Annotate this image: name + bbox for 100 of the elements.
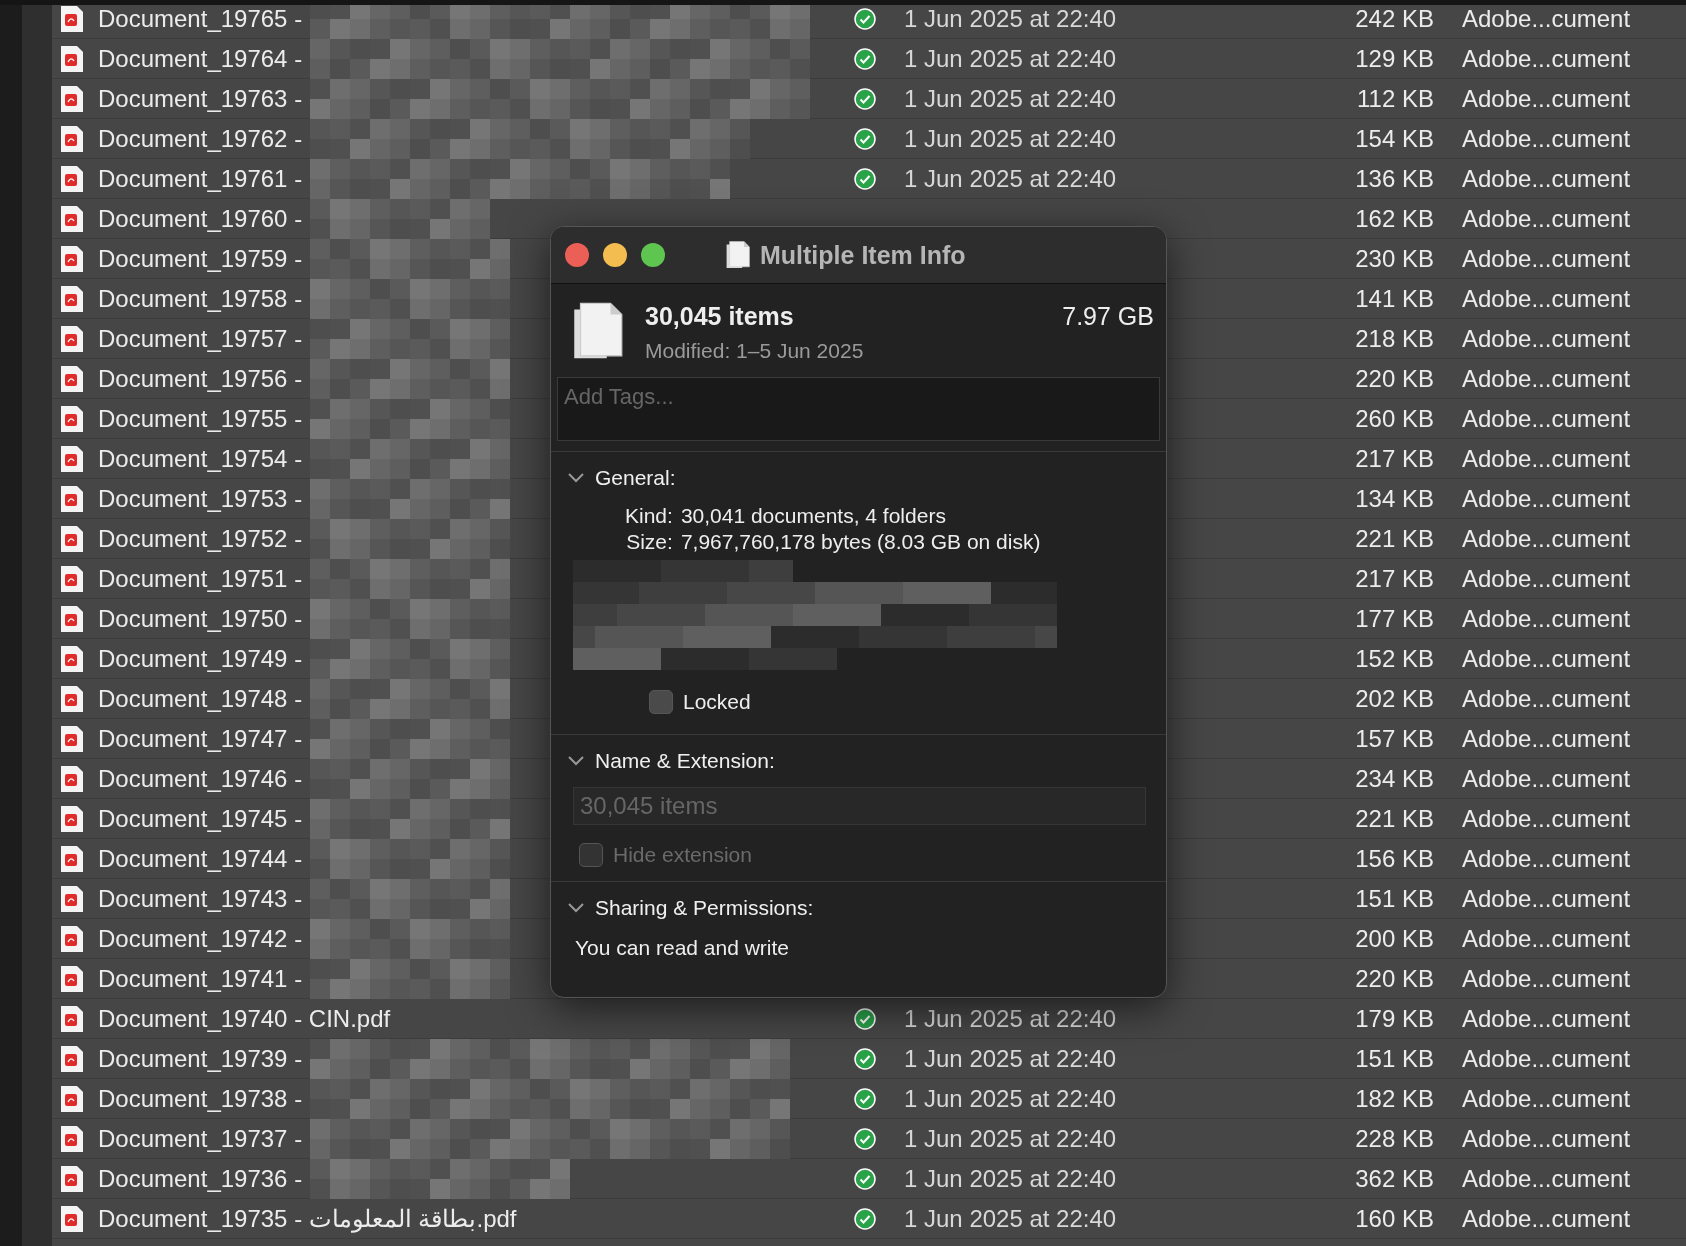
- file-name: Document_19738 -: [98, 1084, 303, 1113]
- file-size: 220 KB: [1354, 364, 1434, 393]
- file-name: Document_19740 - CIN.pdf: [98, 1004, 391, 1033]
- file-size: 202 KB: [1354, 684, 1434, 713]
- section-header[interactable]: General:: [567, 466, 676, 490]
- file-kind: Adobe...cument: [1461, 644, 1631, 673]
- modified-date: Modified: 1–5 Jun 2025: [645, 339, 865, 363]
- pdf-file-icon: [60, 244, 84, 273]
- file-kind: Adobe...cument: [1461, 5, 1631, 33]
- file-kind: Adobe...cument: [1461, 844, 1631, 873]
- file-name: Document_19744 -: [98, 844, 303, 873]
- file-size: 177 KB: [1354, 604, 1434, 633]
- file-name: Document_19745 -: [98, 804, 303, 833]
- file-kind: Adobe...cument: [1461, 804, 1631, 833]
- date-modified: 1 Jun 2025 at 22:40: [904, 84, 1117, 112]
- total-size: 7.97 GB: [1062, 302, 1154, 331]
- file-size: 160 KB: [1354, 1204, 1434, 1233]
- pdf-file-icon: [60, 644, 84, 673]
- file-name: Document_19753 -: [98, 484, 303, 513]
- file-name: Document_19748 -: [98, 684, 303, 713]
- file-kind: Adobe...cument: [1461, 724, 1631, 753]
- pdf-file-icon: [60, 1164, 84, 1193]
- file-kind: Adobe...cument: [1461, 564, 1631, 593]
- zoom-button[interactable]: [641, 243, 665, 267]
- pdf-file-icon: [60, 964, 84, 993]
- pdf-file-icon: [60, 324, 84, 353]
- file-kind: Adobe...cument: [1461, 124, 1631, 153]
- pdf-file-icon: [60, 44, 84, 73]
- file-size: 260 KB: [1354, 404, 1434, 433]
- kind-value: 30,041 documents, 4 folders: [680, 504, 947, 528]
- section-header[interactable]: Sharing & Permissions:: [567, 896, 814, 920]
- file-kind: Adobe...cument: [1461, 684, 1631, 713]
- pdf-file-icon: [60, 684, 84, 713]
- pdf-file-icon: [60, 1004, 84, 1033]
- pdf-file-icon: [60, 1084, 84, 1113]
- file-size: 217 KB: [1354, 444, 1434, 473]
- item-count: 30,045 items: [645, 302, 794, 331]
- file-size: 136 KB: [1354, 164, 1434, 193]
- file-kind: Adobe...cument: [1461, 364, 1631, 393]
- chevron-icon: [567, 902, 585, 914]
- date-modified: 1 Jun 2025 at 22:40: [904, 1124, 1117, 1152]
- file-kind: Adobe...cument: [1461, 924, 1631, 953]
- close-button[interactable]: [565, 243, 589, 267]
- tags-field[interactable]: Add Tags...: [557, 377, 1160, 441]
- file-size: 182 KB: [1354, 1084, 1434, 1113]
- file-size: 157 KB: [1354, 724, 1434, 753]
- file-kind: Adobe...cument: [1461, 244, 1631, 273]
- minimize-button[interactable]: [603, 243, 627, 267]
- pdf-file-icon: [60, 524, 84, 553]
- file-size: 228 KB: [1354, 1124, 1434, 1153]
- file-name: Document_19754 -: [98, 444, 303, 473]
- pdf-file-icon: [60, 404, 84, 433]
- file-kind: Adobe...cument: [1461, 204, 1631, 233]
- file-size: 242 KB: [1354, 5, 1434, 33]
- file-size: 220 KB: [1354, 964, 1434, 993]
- pdf-file-icon: [60, 844, 84, 873]
- file-size: 217 KB: [1354, 564, 1434, 593]
- pdf-file-icon: [60, 164, 84, 193]
- file-size: 151 KB: [1354, 1044, 1434, 1073]
- file-name: Document_19764 -: [98, 44, 303, 73]
- file-size: 234 KB: [1354, 764, 1434, 793]
- date-modified: 1 Jun 2025 at 22:40: [904, 1084, 1117, 1112]
- file-name: Document_19749 -: [98, 644, 303, 673]
- file-size: 151 KB: [1354, 884, 1434, 913]
- file-kind: Adobe...cument: [1461, 324, 1631, 353]
- pdf-file-icon: [60, 804, 84, 833]
- locked-checkbox[interactable]: Locked: [649, 690, 1166, 714]
- file-size: 141 KB: [1354, 284, 1434, 313]
- file-name: Document_19762 -: [98, 124, 303, 153]
- pdf-file-icon: [60, 924, 84, 953]
- file-name: Document_19747 -: [98, 724, 303, 753]
- pdf-file-icon: [60, 564, 84, 593]
- file-kind: Adobe...cument: [1461, 444, 1631, 473]
- file-name: Document_19760 -: [98, 204, 303, 233]
- file-name: Document_19746 -: [98, 764, 303, 793]
- file-name: Document_19741 -: [98, 964, 303, 993]
- file-size: 221 KB: [1354, 524, 1434, 553]
- file-kind: Adobe...cument: [1461, 1004, 1631, 1033]
- section-header[interactable]: Name & Extension:: [567, 749, 775, 773]
- permission-text: You can read and write: [575, 936, 791, 960]
- file-name: Document_19756 -: [98, 364, 303, 393]
- file-name: Document_19752 -: [98, 524, 303, 553]
- pdf-file-icon: [60, 124, 84, 153]
- date-modified: 1 Jun 2025 at 22:40: [904, 44, 1117, 72]
- pdf-file-icon: [60, 364, 84, 393]
- size-value: 7,967,760,178 bytes (8.03 GB on disk): [680, 530, 1041, 554]
- file-kind: Adobe...cument: [1461, 164, 1631, 193]
- pdf-file-icon: [60, 1124, 84, 1153]
- file-size: 230 KB: [1354, 244, 1434, 273]
- file-name: Document_19750 -: [98, 604, 303, 633]
- date-modified: 1 Jun 2025 at 22:40: [904, 164, 1117, 192]
- document-icon: [573, 302, 623, 360]
- file-kind: Adobe...cument: [1461, 1204, 1631, 1233]
- file-name: Document_19758 -: [98, 284, 303, 313]
- date-modified: 1 Jun 2025 at 22:40: [904, 5, 1117, 32]
- file-kind: Adobe...cument: [1461, 1124, 1631, 1153]
- file-kind: Adobe...cument: [1461, 764, 1631, 793]
- file-size: 179 KB: [1354, 1004, 1434, 1033]
- file-kind: Adobe...cument: [1461, 284, 1631, 313]
- file-size: 162 KB: [1354, 204, 1434, 233]
